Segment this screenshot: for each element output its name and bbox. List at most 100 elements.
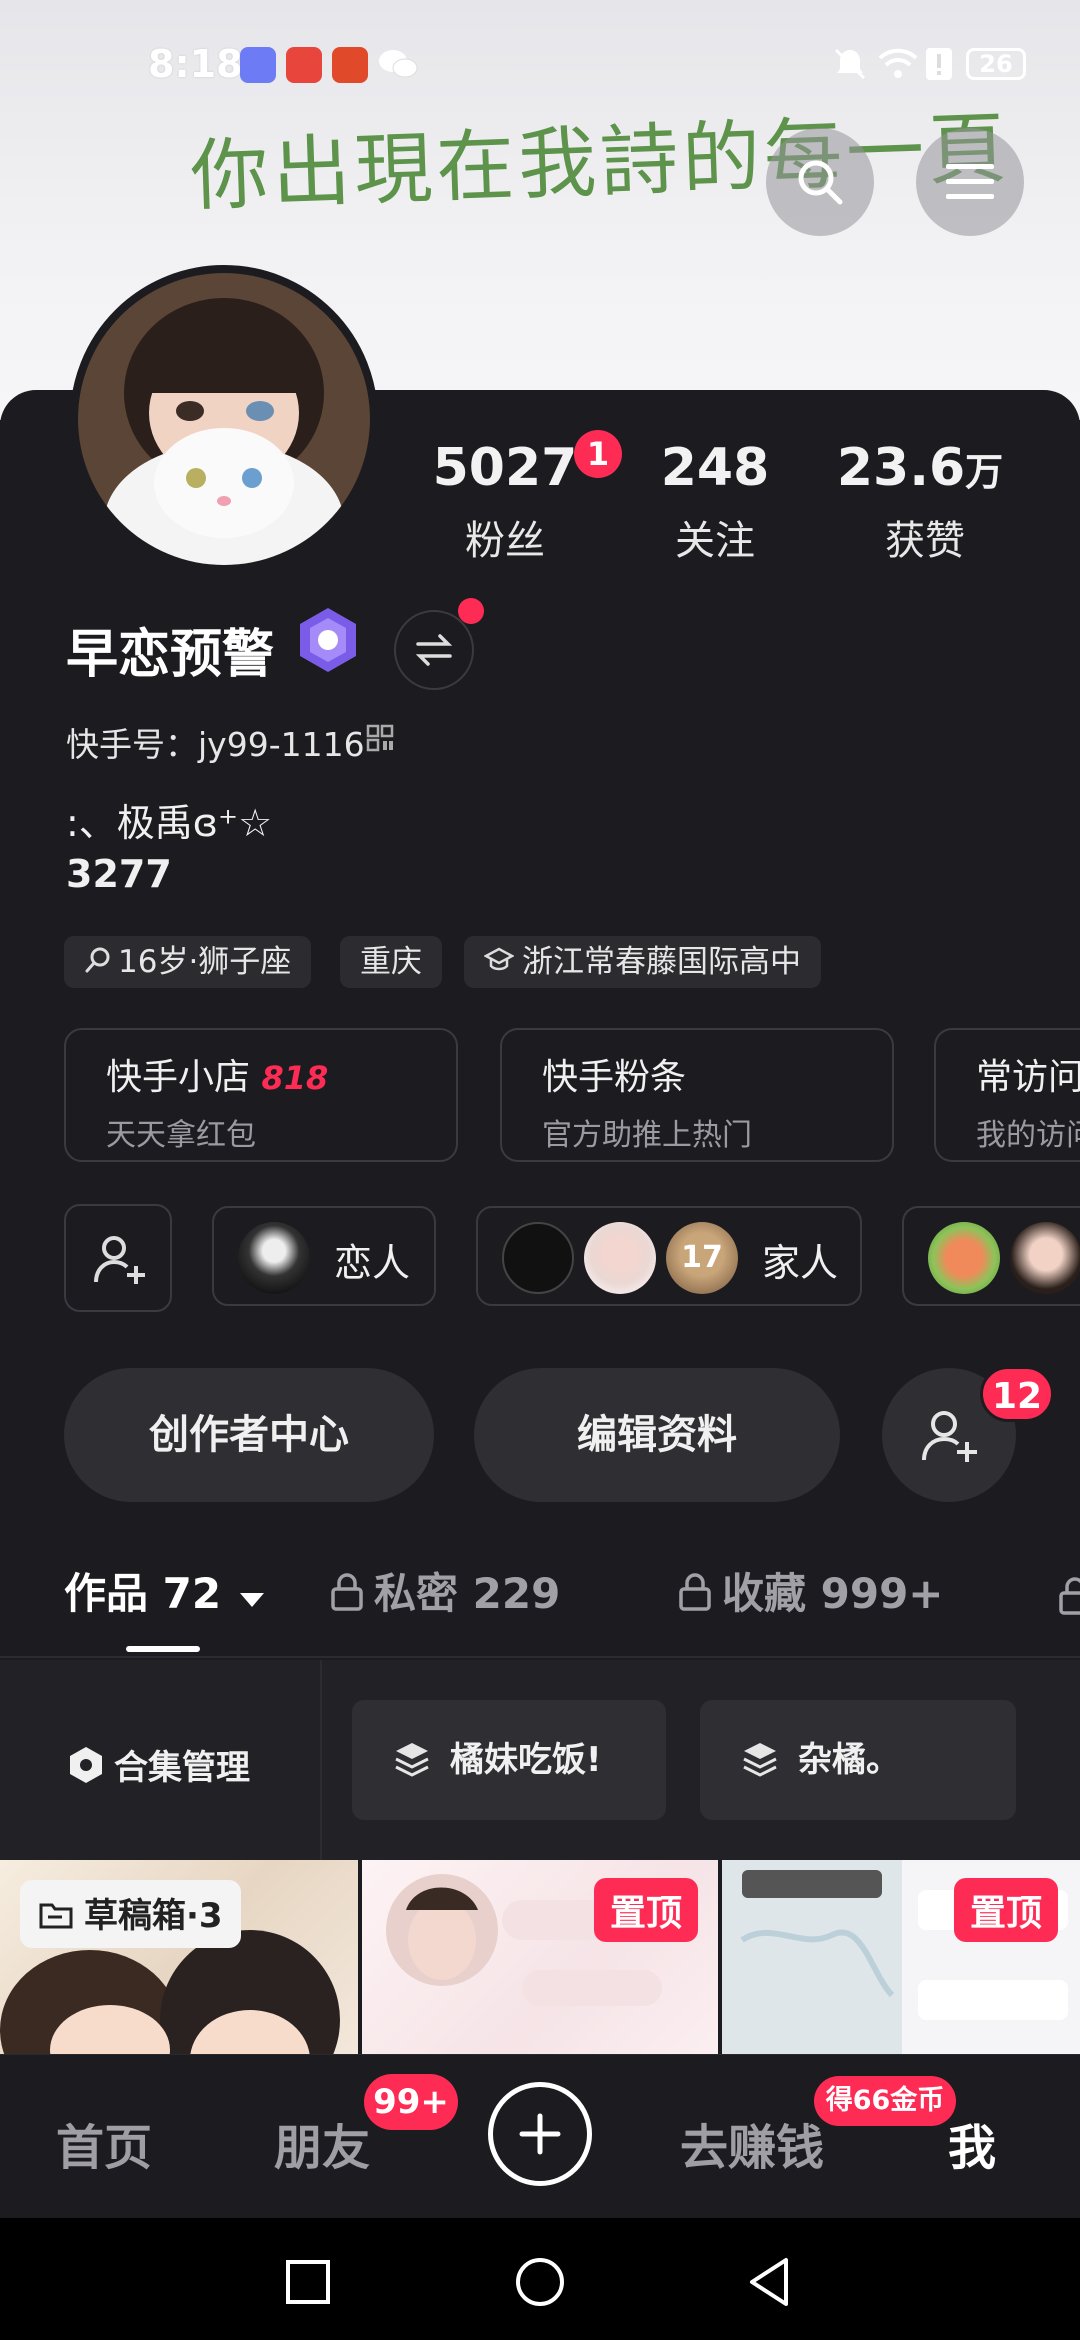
menu-button[interactable] [916,128,1024,236]
lock-icon [330,1572,364,1622]
service-promote-card[interactable]: 快手粉条 官方助推上热门 [500,1028,894,1162]
system-nav-bar [0,2218,1080,2340]
collection-item[interactable]: 橘妹吃饭! [352,1700,666,1820]
app-notification-icon [332,47,368,83]
earn-badge: 得66金币 [814,2076,956,2126]
tag-text: 16岁·狮子座 [118,944,292,980]
service-title: 快手粉条 [542,1057,687,1098]
lock-icon [678,1572,712,1622]
layers-icon [740,1708,780,1828]
tab-private[interactable]: 私密 229 [330,1560,560,1622]
layers-icon [392,1708,432,1828]
mute-icon [830,44,870,84]
relation-label: 家人 [762,1241,839,1285]
service-shop-card[interactable]: 快手小店 818 天天拿红包 [64,1028,458,1162]
fans-new-badge: 1 [574,430,622,478]
friend-requests-badge: 12 [980,1366,1054,1422]
tag-text: 重庆 [360,944,422,980]
relation-lover[interactable]: 恋人 [212,1206,436,1306]
following-count[interactable]: 248 [640,438,790,498]
switch-notification-dot [458,598,484,624]
relation-family[interactable]: 17 家人 [476,1206,862,1306]
switch-account-button[interactable] [394,610,474,690]
drafts-label[interactable]: 草稿箱·3 [20,1880,241,1948]
active-tab-indicator [126,1646,200,1652]
tag-text: 浙江常春藤国际高中 [522,944,801,980]
add-relation-button[interactable] [64,1204,172,1312]
tag-school[interactable]: 浙江常春藤国际高中 [464,936,821,988]
service-title: 快手小店 [106,1057,251,1098]
bio-line-1: :、极禹ɞ⁺☆ [66,801,273,845]
qr-code-icon[interactable] [366,724,394,756]
service-subtitle: 天天拿红包 [106,1118,256,1153]
search-button[interactable] [766,128,874,236]
verified-badge-icon[interactable] [292,604,364,680]
likes-label[interactable]: 获赞 [850,508,1000,566]
bio-line-2: 3277 [66,852,172,896]
family-count: 17 [666,1222,738,1294]
service-subtitle: 官方助推上热门 [542,1118,752,1153]
service-promo: 818 [261,1059,329,1097]
relation-avatar [238,1222,310,1294]
relation-friends[interactable] [902,1206,1080,1306]
creator-center-button[interactable]: 创作者中心 [64,1368,434,1502]
video-thumbnail[interactable]: 置顶 [362,1860,718,2056]
create-post-button[interactable] [488,2082,592,2186]
following-label[interactable]: 关注 [640,508,790,566]
nav-friends[interactable]: 朋友 [274,2108,370,2178]
recent-apps-icon[interactable] [284,2258,332,2306]
search-icon [798,160,843,205]
fans-count[interactable]: 5027 [430,438,580,498]
collection-manage-label: 合集管理 [114,1748,250,1788]
folder-icon [38,1899,74,1940]
home-icon[interactable] [514,2256,566,2308]
nav-home[interactable]: 首页 [56,2108,152,2178]
video-thumbnail[interactable]: 置顶 [722,1860,1080,2056]
drafts-text: 草稿箱·3 [84,1896,223,1936]
service-subtitle: 我的访问 [976,1118,1080,1153]
relation-avatar [584,1222,656,1294]
video-thumbnail-drafts[interactable]: 草稿箱·3 [0,1860,358,2056]
collection-label: 杂橘。 [798,1740,900,1780]
relation-avatar [502,1222,574,1294]
profile-name: 早恋预警 [66,625,275,685]
tab-works[interactable]: 作品 72 [64,1560,268,1621]
alert-icon [924,44,954,84]
relation-label: 恋人 [334,1241,411,1285]
nav-me[interactable]: 我 [948,2108,996,2178]
service-visits-card[interactable]: 常访问 我的访问 [934,1028,1080,1162]
school-icon [483,938,515,990]
tab-label: 收藏 999+ [722,1569,944,1618]
plus-icon [519,2113,561,2155]
edit-profile-button[interactable]: 编辑资料 [474,1368,840,1502]
collection-manage-button[interactable]: 合集管理 [66,1740,250,1794]
likes-count[interactable]: 23.6万 [820,438,1020,498]
pinned-badge: 置顶 [594,1878,699,1942]
nav-earn[interactable]: 去赚钱 [680,2108,824,2178]
service-title: 常访问 [976,1057,1080,1098]
tabs-divider [0,1656,1080,1658]
fans-label[interactable]: 粉丝 [430,508,580,566]
add-person-icon [94,1236,145,1284]
back-icon[interactable] [746,2256,794,2308]
relation-avatar [928,1222,1000,1294]
status-bar: 8:18 26 [0,0,1080,130]
pinned-badge: 置顶 [954,1878,1059,1942]
tab-label: 私密 229 [374,1569,561,1618]
battery-indicator: 26 [966,48,1026,80]
collection-item[interactable]: 杂橘。 [700,1700,1016,1820]
weibo-icon [286,47,322,83]
tag-location[interactable]: 重庆 [340,936,442,988]
avatar[interactable] [70,265,378,573]
tab-label: 作品 72 [64,1569,222,1618]
search-icon [84,938,112,990]
add-person-icon [922,1411,977,1462]
lock-icon[interactable] [1058,1576,1080,1620]
hamburger-menu-icon [946,164,994,199]
hexagon-icon [66,1745,106,1794]
tab-favorites[interactable]: 收藏 999+ [678,1560,944,1622]
likes-unit: 万 [965,450,1004,494]
kuaishou-id[interactable]: 快手号：jy99-1116 [66,718,365,766]
tag-age-zodiac[interactable]: 16岁·狮子座 [64,936,312,990]
relation-avatar [1010,1222,1080,1294]
